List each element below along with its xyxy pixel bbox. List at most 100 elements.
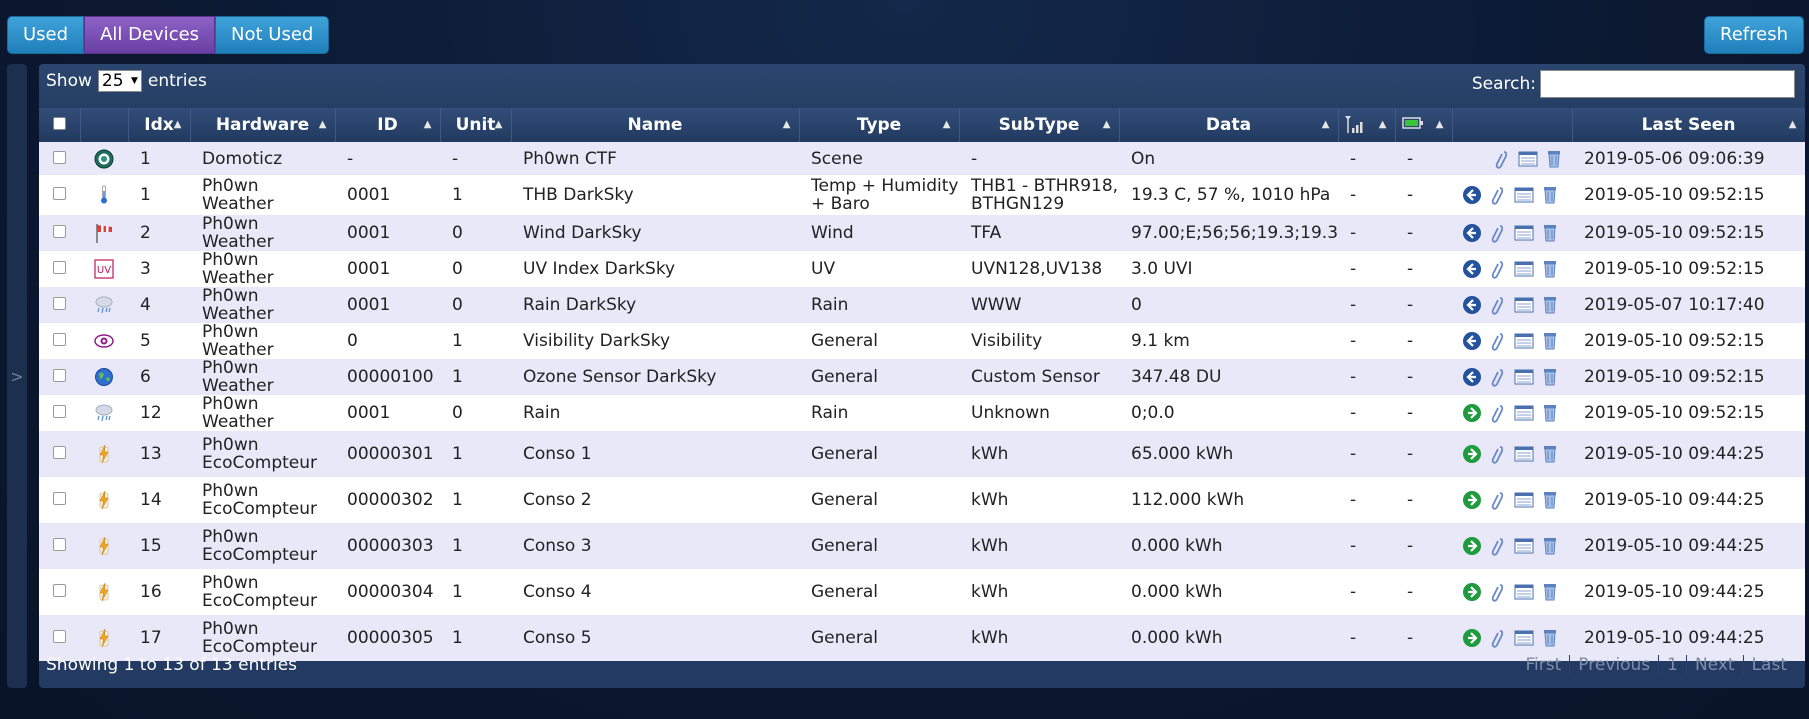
- entries-per-page-select[interactable]: 25 ▼: [97, 70, 142, 92]
- signal-cell: -: [1338, 287, 1395, 323]
- row-checkbox[interactable]: [53, 225, 66, 238]
- delete-trash-icon[interactable]: [1544, 149, 1564, 169]
- row-checkbox[interactable]: [53, 405, 66, 418]
- last-seen-column-header[interactable]: Last Seen ▲: [1572, 108, 1805, 142]
- type-column-header[interactable]: Type ▲: [799, 108, 960, 142]
- delete-trash-icon[interactable]: [1540, 259, 1560, 279]
- delete-trash-icon[interactable]: [1540, 223, 1560, 243]
- rename-paperclip-icon[interactable]: [1488, 367, 1508, 387]
- row-checkbox[interactable]: [53, 538, 66, 551]
- row-checkbox[interactable]: [53, 333, 66, 346]
- delete-trash-icon[interactable]: [1540, 185, 1560, 205]
- log-table-icon[interactable]: [1514, 367, 1534, 387]
- hardware-column-header[interactable]: Hardware ▲: [190, 108, 336, 142]
- add-device-icon[interactable]: [1462, 444, 1482, 464]
- sidebar-toggle[interactable]: >: [7, 64, 27, 688]
- remove-from-used-icon[interactable]: [1462, 185, 1482, 205]
- add-device-icon[interactable]: [1462, 403, 1482, 423]
- subtype-column-header[interactable]: SubType ▲: [959, 108, 1120, 142]
- select-all-header[interactable]: [39, 108, 81, 142]
- add-device-icon[interactable]: [1462, 536, 1482, 556]
- table-row[interactable]: 1 Domoticz - - Ph0wn CTF Scene - On - -2019-05-06…: [39, 142, 1805, 175]
- rename-paperclip-icon[interactable]: [1488, 223, 1508, 243]
- all-devices-filter-button[interactable]: All Devices: [84, 16, 216, 54]
- log-table-icon[interactable]: [1514, 403, 1534, 423]
- add-device-icon[interactable]: [1462, 490, 1482, 510]
- row-checkbox[interactable]: [53, 584, 66, 597]
- table-row[interactable]: 13 Ph0wn EcoCompteur 00000301 1 Conso 1 Gener…: [39, 431, 1805, 477]
- row-checkbox[interactable]: [53, 150, 66, 164]
- rename-paperclip-icon[interactable]: [1488, 490, 1508, 510]
- table-row[interactable]: 15 Ph0wn EcoCompteur 00000303 1 Conso 3 Gener…: [39, 523, 1805, 569]
- delete-trash-icon[interactable]: [1540, 490, 1560, 510]
- rename-paperclip-icon[interactable]: [1488, 444, 1508, 464]
- row-checkbox[interactable]: [53, 446, 66, 459]
- log-table-icon[interactable]: [1514, 444, 1534, 464]
- log-table-icon[interactable]: [1514, 490, 1534, 510]
- rename-paperclip-icon[interactable]: [1488, 582, 1508, 602]
- rename-paperclip-icon[interactable]: [1488, 536, 1508, 556]
- remove-from-used-icon[interactable]: [1462, 331, 1482, 351]
- previous-page-button[interactable]: Previous: [1569, 655, 1658, 675]
- delete-trash-icon[interactable]: [1540, 295, 1560, 315]
- select-all-checkbox[interactable]: [52, 117, 66, 130]
- data-column-header[interactable]: Data ▲: [1119, 108, 1339, 142]
- last-page-button[interactable]: Last: [1742, 655, 1795, 675]
- log-table-icon[interactable]: [1514, 259, 1534, 279]
- delete-trash-icon[interactable]: [1540, 403, 1560, 423]
- delete-trash-icon[interactable]: [1540, 444, 1560, 464]
- table-row[interactable]: 4 Ph0wn Weather 0001 0 Rain DarkSky Rain WWW 0-…: [39, 287, 1805, 323]
- table-row[interactable]: 2 Ph0wn Weather 0001 0 Wind DarkSky Wind TFA 97…: [39, 215, 1805, 251]
- rename-paperclip-icon[interactable]: [1488, 403, 1508, 423]
- delete-trash-icon[interactable]: [1540, 367, 1560, 387]
- rename-paperclip-icon[interactable]: [1488, 259, 1508, 279]
- log-table-icon[interactable]: [1518, 149, 1538, 169]
- log-table-icon[interactable]: [1514, 223, 1534, 243]
- first-page-button[interactable]: First: [1518, 655, 1570, 675]
- remove-from-used-icon[interactable]: [1462, 367, 1482, 387]
- idx-column-header[interactable]: Idx ▲: [128, 108, 191, 142]
- rename-paperclip-icon[interactable]: [1488, 295, 1508, 315]
- delete-trash-icon[interactable]: [1540, 331, 1560, 351]
- delete-trash-icon[interactable]: [1540, 536, 1560, 556]
- table-row[interactable]: 14 Ph0wn EcoCompteur 00000302 1 Conso 2 Gener…: [39, 477, 1805, 523]
- search-input[interactable]: [1540, 70, 1795, 98]
- id-column-header[interactable]: ID ▲: [335, 108, 441, 142]
- add-device-icon[interactable]: [1462, 582, 1482, 602]
- battery-column-header[interactable]: ▲: [1395, 108, 1453, 142]
- log-table-icon[interactable]: [1514, 185, 1534, 205]
- table-row[interactable]: UV 3 Ph0wn Weather 0001 0 UV Index DarkSky UV U…: [39, 251, 1805, 287]
- unit-column-header[interactable]: Unit ▲: [440, 108, 512, 142]
- next-page-button[interactable]: Next: [1685, 655, 1743, 675]
- table-row[interactable]: 1 Ph0wn Weather 0001 1 THB DarkSky Temp + Hum…: [39, 175, 1805, 215]
- row-checkbox[interactable]: [53, 492, 66, 505]
- remove-from-used-icon[interactable]: [1462, 259, 1482, 279]
- rename-paperclip-icon[interactable]: [1488, 331, 1508, 351]
- table-row[interactable]: 6 Ph0wn Weather 00000100 1 Ozone Sensor Dark…: [39, 359, 1805, 395]
- used-filter-button[interactable]: Used: [7, 16, 85, 54]
- log-table-icon[interactable]: [1514, 295, 1534, 315]
- remove-from-used-icon[interactable]: [1462, 295, 1482, 315]
- log-table-icon[interactable]: [1514, 536, 1534, 556]
- delete-trash-icon[interactable]: [1540, 582, 1560, 602]
- not-used-filter-button[interactable]: Not Used: [215, 16, 330, 54]
- rename-paperclip-icon[interactable]: [1492, 149, 1512, 169]
- remove-from-used-icon[interactable]: [1462, 223, 1482, 243]
- row-checkbox[interactable]: [53, 369, 66, 382]
- page-1-button[interactable]: 1: [1658, 655, 1686, 675]
- table-row[interactable]: 12 Ph0wn Weather 0001 0 Rain Rain Unknown 0;0.0…: [39, 395, 1805, 431]
- row-checkbox[interactable]: [53, 261, 66, 274]
- table-row[interactable]: 5 Ph0wn Weather 0 1 Visibility DarkSky Genera…: [39, 323, 1805, 359]
- log-table-icon[interactable]: [1514, 331, 1534, 351]
- id-cell: 0001: [335, 287, 440, 323]
- data-cell: 0;0.0: [1119, 395, 1338, 431]
- log-table-icon[interactable]: [1514, 582, 1534, 602]
- refresh-button[interactable]: Refresh: [1704, 16, 1804, 54]
- row-checkbox[interactable]: [53, 297, 66, 310]
- signal-column-header[interactable]: ▲: [1338, 108, 1396, 142]
- row-checkbox[interactable]: [53, 187, 66, 200]
- table-row[interactable]: 16 Ph0wn EcoCompteur 00000304 1 Conso 4 Gener…: [39, 569, 1805, 615]
- row-checkbox[interactable]: [53, 630, 66, 643]
- rename-paperclip-icon[interactable]: [1488, 185, 1508, 205]
- name-column-header[interactable]: Name ▲: [511, 108, 800, 142]
